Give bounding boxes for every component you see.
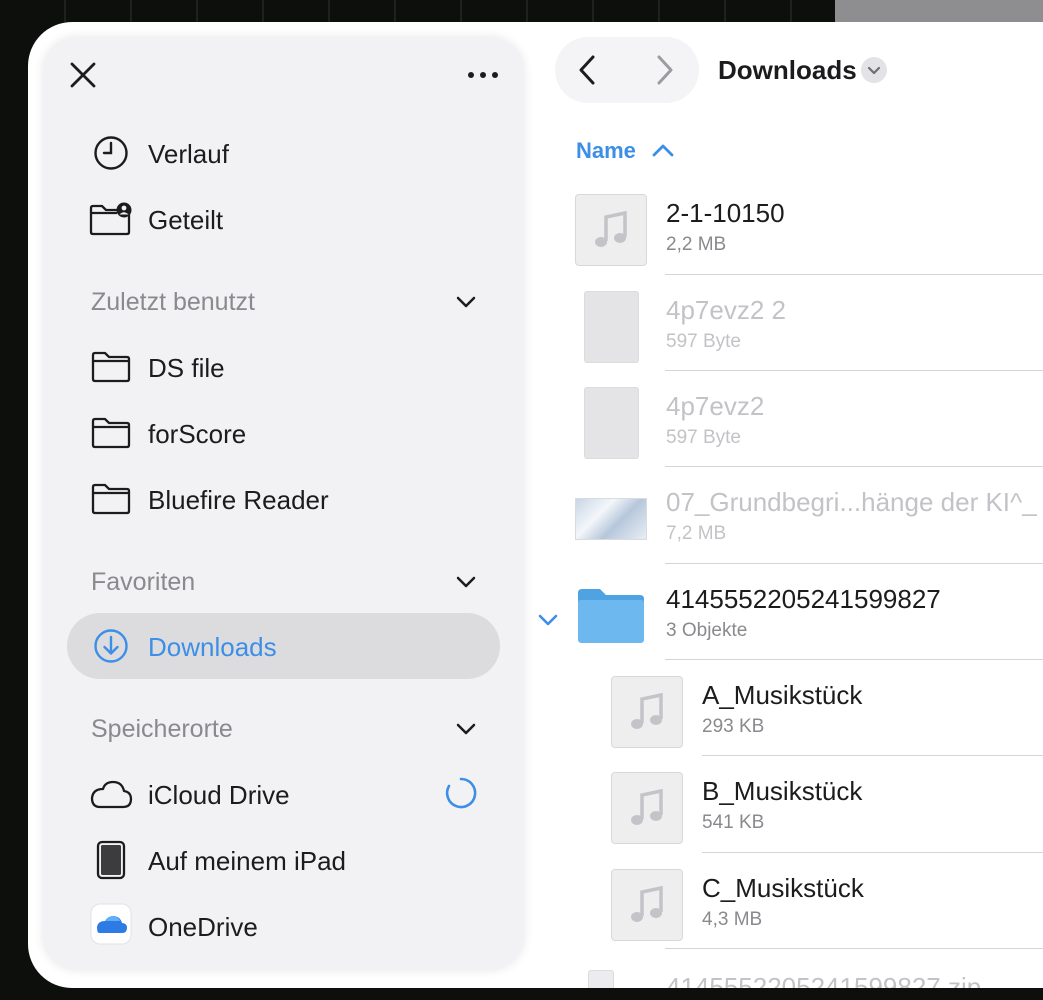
file-row[interactable]: 4p7evz2 2 597 Byte (28, 274, 1043, 370)
forward-button[interactable] (645, 50, 685, 90)
file-name: 07_Grundbegri...hänge der KI^_ (666, 487, 1037, 517)
more-button[interactable] (461, 55, 505, 95)
row-divider (665, 370, 1043, 371)
clock-icon (89, 133, 133, 173)
image-thumbnail (575, 498, 647, 540)
back-button[interactable] (567, 50, 607, 90)
file-row[interactable]: 2-1-10150 2,2 MB (28, 177, 1043, 273)
background-strip (0, 0, 835, 22)
file-meta: 2,2 MB (666, 234, 727, 255)
file-name: A_Musikstück (702, 680, 863, 710)
file-meta: 597 Byte (666, 427, 741, 448)
audio-file-thumbnail (611, 772, 683, 844)
close-icon (70, 62, 96, 88)
page-title: Downloads (718, 55, 857, 85)
close-button[interactable] (63, 55, 103, 95)
chevron-left-icon (579, 55, 595, 85)
folder-row[interactable]: 4145552205241599827 3 Objekte (28, 563, 1043, 659)
sidebar-item-label: Verlauf (148, 139, 229, 169)
row-divider (665, 466, 1043, 467)
file-name: 2-1-10150 (666, 198, 785, 228)
row-divider (702, 852, 1043, 853)
row-divider (665, 948, 1043, 949)
file-meta: 7,2 MB (666, 523, 727, 544)
title-menu-button[interactable] (861, 57, 887, 83)
file-name: 4145552205241599827.zip (666, 972, 982, 988)
file-name: 4p7evz2 (666, 391, 765, 421)
row-divider (665, 563, 1043, 564)
file-name: B_Musikstück (702, 776, 863, 806)
music-note-icon (631, 789, 663, 825)
music-note-icon (595, 211, 627, 247)
sidebar-item-verlauf[interactable]: Verlauf (43, 131, 524, 175)
file-row[interactable]: C_Musikstück 4,3 MB (28, 852, 1043, 948)
audio-file-thumbnail (575, 194, 647, 266)
nav-button-group (555, 37, 699, 103)
audio-file-thumbnail (611, 676, 683, 748)
chevron-down-icon (867, 66, 881, 74)
file-meta: 3 Objekte (666, 620, 748, 641)
file-row[interactable]: B_Musikstück 541 KB (28, 755, 1043, 851)
ellipsis-icon (468, 72, 498, 78)
file-row[interactable]: 4p7evz2 597 Byte (28, 370, 1043, 466)
disclosure-chevron-icon[interactable] (533, 605, 563, 635)
music-note-icon (631, 693, 663, 729)
archive-thumbnail (588, 970, 614, 988)
file-name: 4145552205241599827 (666, 584, 941, 614)
chevron-right-icon (657, 55, 673, 85)
row-divider (665, 659, 1043, 660)
file-row[interactable]: 07_Grundbegri...hänge der KI^_ 7,2 MB (28, 466, 1043, 562)
file-meta: 541 KB (702, 812, 765, 833)
row-divider (665, 274, 1043, 275)
music-note-icon (631, 886, 663, 922)
document-thumbnail (584, 387, 639, 459)
row-divider (702, 755, 1043, 756)
file-name: C_Musikstück (702, 873, 864, 903)
file-meta: 293 KB (702, 716, 765, 737)
file-row[interactable]: A_Musikstück 293 KB (28, 659, 1043, 755)
file-name: 4p7evz2 2 (666, 295, 786, 325)
audio-file-thumbnail (611, 869, 683, 941)
folder-icon (576, 585, 646, 645)
file-meta: 4,3 MB (702, 909, 763, 930)
file-meta: 597 Byte (666, 331, 741, 352)
background-panel (835, 0, 1043, 22)
file-row[interactable]: 4145552205241599827.zip (28, 948, 1043, 988)
files-window: Verlauf Geteilt Zuletzt benutzt DS file (28, 22, 1043, 988)
document-thumbnail (584, 291, 639, 363)
sort-ascending-icon[interactable] (650, 137, 676, 163)
sort-name-button[interactable]: Name (576, 138, 636, 164)
